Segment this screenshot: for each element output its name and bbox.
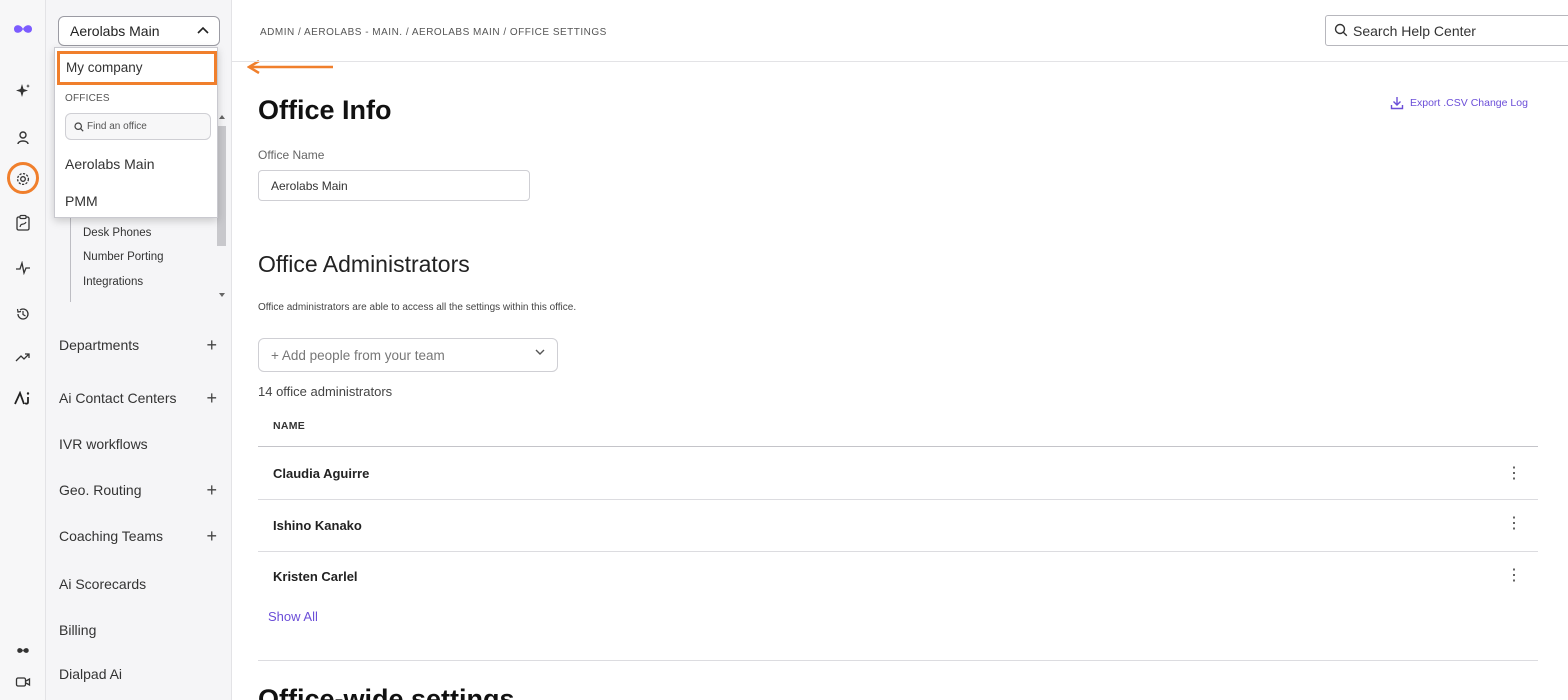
activity-icon[interactable] (11, 256, 35, 280)
export-csv-change-log-link[interactable]: Export .CSV Change Log (1390, 96, 1528, 110)
office-dropdown: My company OFFICES Find an office Aerola… (54, 47, 218, 218)
subnav-indent-line (70, 218, 71, 302)
office-administrators-title: Office Administrators (258, 251, 470, 277)
help-search-placeholder: Search Help Center (1353, 23, 1476, 39)
add-geo-routing-button[interactable]: + (206, 480, 217, 501)
dialpad-logo-small-icon[interactable] (11, 638, 35, 662)
add-department-button[interactable]: + (206, 335, 217, 356)
breadcrumb[interactable]: ADMIN / AEROLABS - MAIN. / AEROLABS MAIN… (260, 27, 607, 38)
nav-item-departments[interactable]: Departments + (59, 335, 219, 356)
download-icon (1390, 97, 1404, 110)
nav-item-label: Ai Contact Centers (59, 390, 177, 406)
table-row-name[interactable]: Claudia Aguirre (273, 466, 369, 481)
table-row-name[interactable]: Ishino Kanako (273, 518, 362, 533)
nav-item-coaching-teams[interactable]: Coaching Teams + (59, 526, 219, 547)
subnav-item-desk-phones[interactable]: Desk Phones (83, 227, 151, 239)
subnav-item-number-porting[interactable]: Number Porting (83, 251, 164, 263)
help-center-search-input[interactable]: Search Help Center (1325, 15, 1568, 46)
history-icon[interactable] (11, 302, 35, 326)
add-contact-center-button[interactable]: + (206, 388, 217, 409)
nav-item-label: Ai Scorecards (59, 576, 147, 592)
row-more-icon[interactable]: ⋮ (1506, 466, 1522, 482)
scroll-down-icon[interactable] (219, 293, 225, 297)
chevron-up-icon (197, 26, 209, 34)
nav-item-label: Dialpad Ai (59, 666, 123, 682)
column-header-name[interactable]: NAME (273, 420, 305, 432)
table-header-divider (258, 446, 1538, 447)
nav-item-ai-contact-centers[interactable]: Ai Contact Centers + (59, 388, 219, 409)
office-info-title: Office Info (258, 95, 392, 125)
subnav-scroll-thumb[interactable] (217, 126, 226, 246)
sparkle-icon[interactable] (11, 79, 35, 103)
video-icon[interactable] (11, 670, 35, 694)
office-select-label: Aerolabs Main (70, 23, 160, 39)
nav-item-label: Geo. Routing (59, 482, 142, 498)
find-office-input[interactable]: Find an office (65, 113, 211, 140)
dropdown-option-aerolabs-main[interactable]: Aerolabs Main (65, 156, 155, 172)
row-more-icon[interactable]: ⋮ (1506, 516, 1522, 532)
gear-annotation-ring (7, 162, 39, 194)
office-name-input[interactable]: Aerolabs Main (258, 170, 530, 201)
nav-item-label: Billing (59, 622, 97, 638)
find-office-placeholder: Find an office (87, 121, 147, 132)
add-coaching-team-button[interactable]: + (206, 526, 217, 547)
section-divider (258, 660, 1538, 661)
row-more-icon[interactable]: ⋮ (1506, 568, 1522, 584)
administrators-count: 14 office administrators (258, 384, 393, 399)
dropdown-option-my-company[interactable]: My company (57, 51, 217, 85)
row-divider (258, 551, 1538, 552)
add-people-select[interactable]: + Add people from your team (258, 338, 558, 372)
annotation-arrow-icon (247, 60, 333, 74)
ai-agent-icon[interactable] (11, 386, 35, 410)
show-all-link[interactable]: Show All (268, 609, 318, 624)
clipboard-route-icon[interactable] (11, 211, 35, 235)
scroll-up-icon[interactable] (219, 115, 225, 119)
office-select[interactable]: Aerolabs Main (58, 16, 220, 46)
nav-item-billing[interactable]: Billing (59, 622, 219, 638)
trend-up-icon[interactable] (11, 345, 35, 369)
logo-icon[interactable] (12, 22, 34, 36)
nav-item-ai-scorecards[interactable]: Ai Scorecards (59, 576, 219, 592)
dropdown-option-pmm[interactable]: PMM (65, 193, 98, 209)
nav-item-dialpad-ai[interactable]: Dialpad Ai (59, 666, 219, 682)
search-icon (74, 122, 84, 132)
nav-item-label: Coaching Teams (59, 528, 164, 544)
nav-item-label: Departments (59, 337, 140, 353)
subnav-item-integrations[interactable]: Integrations (83, 276, 143, 288)
search-icon (1334, 23, 1348, 37)
person-icon[interactable] (11, 126, 35, 150)
row-divider (258, 499, 1538, 500)
dropdown-offices-heading: OFFICES (65, 93, 110, 104)
office-wide-settings-title: Office-wide settings (258, 684, 515, 700)
top-bar: ADMIN / AEROLABS - MAIN. / AEROLABS MAIN… (232, 0, 1568, 62)
nav-item-ivr-workflows[interactable]: IVR workflows (59, 436, 219, 452)
chevron-down-icon (535, 349, 545, 355)
export-label: Export .CSV Change Log (1410, 97, 1528, 109)
add-people-placeholder: + Add people from your team (271, 348, 445, 363)
app-rail (0, 0, 46, 700)
office-name-label: Office Name (258, 148, 325, 162)
office-administrators-description: Office administrators are able to access… (258, 302, 577, 313)
table-row-name[interactable]: Kristen Carlel (273, 569, 358, 584)
nav-item-label: IVR workflows (59, 436, 148, 452)
nav-item-geo-routing[interactable]: Geo. Routing + (59, 480, 219, 501)
